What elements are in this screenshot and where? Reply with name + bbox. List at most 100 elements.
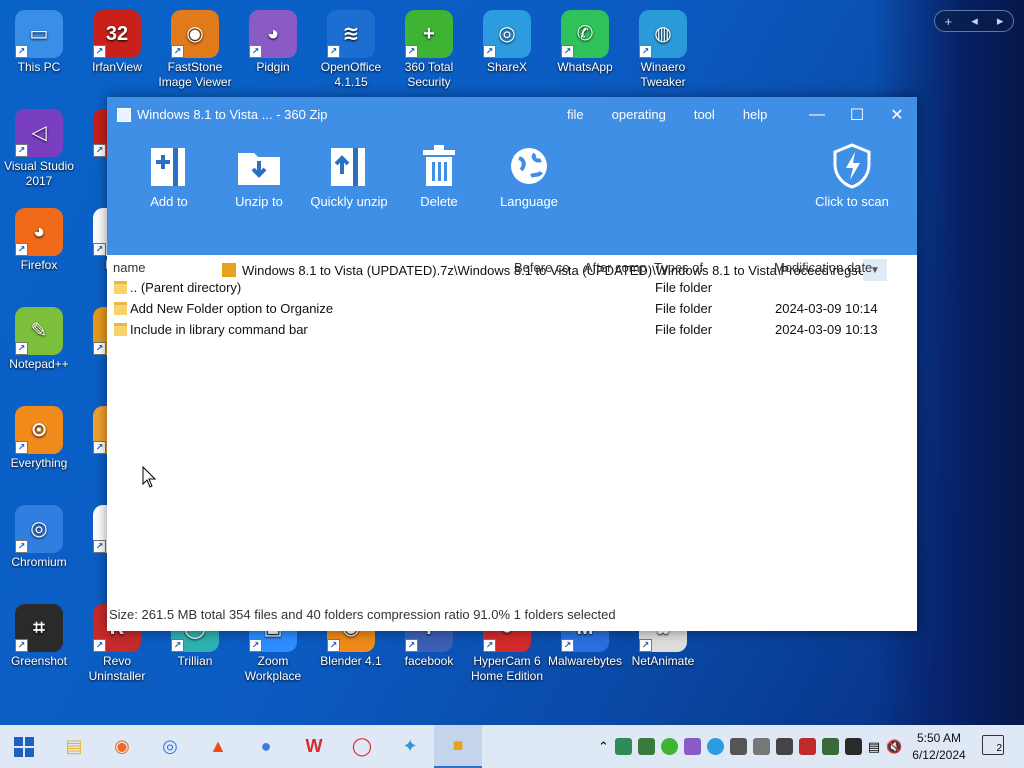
desktop-icon-label: Greenshot [10, 654, 68, 668]
desktop-widget[interactable]: + ◂ ▸ [934, 10, 1014, 32]
shortcut-arrow-icon: ↗ [561, 45, 574, 58]
desktop-icon[interactable]: ◉ ↗ FastStone Image Viewer [157, 10, 233, 90]
desktop-icon-label: FastStone Image Viewer [158, 60, 232, 89]
desktop-icon[interactable]: 32 ↗ IrfanView [79, 10, 155, 75]
quickly-unzip-button[interactable]: Quickly unzip [304, 142, 394, 209]
tray-app-icon[interactable] [821, 738, 839, 755]
app-icon: ⊙ ↗ [15, 406, 63, 454]
table-row[interactable]: Include in library command bar File fold… [107, 319, 917, 340]
tray-pidgin-icon[interactable] [683, 738, 701, 755]
delete-button[interactable]: Delete [394, 142, 484, 209]
add-to-button[interactable]: Add to [124, 142, 214, 209]
tray-sharex-icon[interactable] [706, 738, 724, 755]
shortcut-arrow-icon: ↗ [327, 45, 340, 58]
taskbar-wps[interactable]: W [290, 725, 338, 768]
desktop-icon[interactable]: + ↗ 360 Total Security [391, 10, 467, 90]
desktop-icon[interactable]: ▭ ↗ This PC [1, 10, 77, 75]
menu-operating[interactable]: operating [612, 107, 666, 122]
start-button[interactable] [0, 725, 48, 768]
taskbar-360zip[interactable]: ■ [434, 725, 482, 768]
close-button[interactable]: ✕ [877, 97, 917, 132]
tray-app-icon[interactable] [775, 738, 793, 755]
taskbar-browser[interactable]: ● [242, 725, 290, 768]
row-type: File folder [655, 322, 713, 337]
delete-label: Delete [420, 194, 458, 209]
desktop-icon-label: Pidgin [256, 60, 290, 74]
col-type[interactable]: Types of [654, 260, 703, 275]
taskbar-file-explorer[interactable]: ▤ [50, 725, 98, 768]
desktop-icon[interactable]: ◁ ↗ Visual Studio 2017 [1, 109, 77, 189]
shortcut-arrow-icon: ↗ [15, 342, 28, 355]
app-icon: ✆ ↗ [561, 10, 609, 58]
desktop-icon[interactable]: ◕ ↗ Firefox [1, 208, 77, 273]
desktop-icon-label: WhatsApp [557, 60, 613, 74]
desktop-icon[interactable]: ◕ ↗ Pidgin [235, 10, 311, 75]
shortcut-arrow-icon: ↗ [93, 144, 106, 157]
row-name: Add New Folder option to Organize [130, 301, 334, 316]
desktop-icon-label: Zoom Workplace [244, 654, 302, 683]
shortcut-arrow-icon: ↗ [405, 639, 418, 652]
language-button[interactable]: Language [484, 142, 574, 209]
taskbar-brave[interactable]: ▲ [194, 725, 242, 768]
click-to-scan-button[interactable]: Click to scan [807, 142, 897, 209]
title-bar[interactable]: Windows 8.1 to Vista ... - 360 Zip file … [107, 97, 917, 132]
desktop-icon-label: Revo Uninstaller [88, 654, 146, 683]
desktop-icon-label: This PC [17, 60, 61, 74]
taskbar-app[interactable]: ✦ [386, 725, 434, 768]
menu-tool[interactable]: tool [694, 107, 715, 122]
desktop-icon[interactable]: ⌗ ↗ Greenshot [1, 604, 77, 669]
desktop-icon[interactable]: ◎ ↗ Chromium [1, 505, 77, 570]
tray-360-icon[interactable] [660, 738, 678, 755]
app-icon: ◕ ↗ [15, 208, 63, 256]
chevron-left-icon[interactable]: ◂ [971, 13, 978, 29]
tray-shield-icon[interactable] [637, 738, 655, 755]
network-icon[interactable]: ▤ [868, 739, 880, 755]
tray-network-tool-icon[interactable] [614, 738, 632, 755]
row-type: File folder [655, 280, 713, 295]
col-name[interactable]: name [113, 260, 146, 275]
row-name: .. (Parent directory) [130, 280, 242, 295]
col-modification-date[interactable]: Modification date [774, 260, 872, 275]
clock[interactable]: 5:50 AM 6/12/2024 [905, 730, 973, 764]
desktop-icon[interactable]: ◎ ↗ ShareX [469, 10, 545, 75]
shortcut-arrow-icon: ↗ [561, 639, 574, 652]
menu-file[interactable]: file [567, 107, 584, 122]
app-icon: ▭ ↗ [15, 10, 63, 58]
tray-app-icon[interactable] [729, 738, 747, 755]
chevron-right-icon[interactable]: ▸ [997, 13, 1004, 29]
taskbar-firefox[interactable]: ◉ [98, 725, 146, 768]
desktop-icon[interactable]: ✎ ↗ Notepad++ [1, 307, 77, 372]
tray-app-icon[interactable] [844, 738, 862, 755]
plus-icon[interactable]: + [945, 14, 953, 29]
desktop-icon[interactable]: ⊙ ↗ Everything [1, 406, 77, 471]
desktop-icon[interactable]: ≋ ↗ OpenOffice 4.1.15 [313, 10, 389, 90]
maximize-button[interactable]: ☐ [837, 97, 877, 132]
desktop-icon[interactable]: ◍ ↗ Winaero Tweaker [625, 10, 701, 90]
menu-help[interactable]: help [743, 107, 768, 122]
notification-center-button[interactable]: 2 [982, 735, 1004, 755]
chevron-up-icon[interactable]: ⌃ [598, 739, 609, 755]
col-before-compression[interactable]: Before co [514, 260, 570, 275]
unzip-to-button[interactable]: Unzip to [214, 142, 304, 209]
brave-icon: ▲ [209, 736, 227, 756]
tray-app-icon[interactable] [752, 738, 770, 755]
volume-muted-icon[interactable]: 🔇 [886, 739, 902, 755]
taskbar-chromium[interactable]: ◎ [146, 725, 194, 768]
col-after-compression[interactable]: After comp [584, 260, 647, 275]
app-icon: ✎ ↗ [15, 307, 63, 355]
app-icon: ◎ ↗ [15, 505, 63, 553]
shortcut-arrow-icon: ↗ [15, 540, 28, 553]
tray-app-icon[interactable] [798, 738, 816, 755]
app-icon: ◁ ↗ [15, 109, 63, 157]
desktop-icon-label: 360 Total Security [404, 60, 454, 89]
taskbar-opera[interactable]: ◯ [338, 725, 386, 768]
desktop-icon[interactable]: ✆ ↗ WhatsApp [547, 10, 623, 75]
table-row[interactable]: .. (Parent directory) File folder [107, 277, 917, 298]
desktop-icon-label: Notepad++ [9, 357, 69, 371]
table-row[interactable]: Add New Folder option to Organize File f… [107, 298, 917, 319]
desktop-icon-label: ShareX [486, 60, 528, 74]
desktop-icon-label: IrfanView [92, 60, 142, 74]
chromium-icon: ◎ [162, 736, 178, 756]
minimize-button[interactable]: — [797, 97, 837, 132]
shortcut-arrow-icon: ↗ [15, 639, 28, 652]
